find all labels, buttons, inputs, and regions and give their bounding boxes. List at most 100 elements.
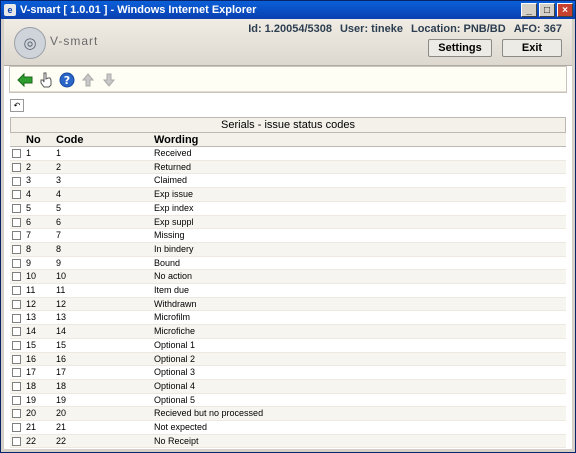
row-checkbox[interactable] [12, 299, 21, 309]
row-checkbox[interactable] [12, 286, 21, 296]
maximize-button[interactable]: □ [539, 3, 555, 17]
row-checkbox[interactable] [12, 340, 21, 350]
row-checkbox[interactable] [12, 258, 21, 268]
settings-button[interactable]: Settings [428, 39, 492, 57]
row-code: 22 [54, 434, 152, 449]
table-row[interactable]: 12 12 Withdrawn [10, 297, 566, 312]
row-wording: Bound [152, 256, 566, 271]
row-wording: Claimed [152, 173, 566, 189]
row-checkbox[interactable] [12, 327, 21, 337]
exit-button[interactable]: Exit [502, 39, 562, 57]
table-row[interactable]: 10 10 No action [10, 269, 566, 285]
row-wording: Exp index [152, 201, 566, 216]
table-row[interactable]: 16 16 Optional 2 [10, 352, 566, 367]
row-checkbox[interactable] [12, 149, 21, 159]
row-checkbox[interactable] [12, 272, 21, 282]
svg-text:?: ? [64, 74, 70, 87]
row-wording: Missing [152, 228, 566, 243]
row-checkbox[interactable] [12, 217, 21, 227]
row-no: 18 [24, 379, 54, 394]
row-code: 18 [54, 379, 152, 394]
row-code: 15 [54, 338, 152, 353]
row-wording: No Receipt [152, 434, 566, 449]
row-no: 7 [24, 228, 54, 243]
row-code: 14 [54, 324, 152, 339]
table-row[interactable]: 8 8 In bindery [10, 242, 566, 257]
row-checkbox[interactable] [12, 203, 21, 213]
row-code: 8 [54, 242, 152, 257]
row-select-cell [10, 338, 24, 353]
close-window-button[interactable]: × [557, 3, 573, 17]
table-row[interactable]: 2 2 Returned [10, 160, 566, 175]
table-row[interactable]: 3 3 Claimed [10, 173, 566, 189]
hand-pointer-icon[interactable] [37, 71, 55, 89]
back-arrow-icon[interactable] [16, 71, 34, 89]
table-row[interactable]: 19 19 Optional 5 [10, 393, 566, 408]
table-row[interactable]: 5 5 Exp index [10, 201, 566, 216]
row-checkbox[interactable] [12, 423, 21, 433]
row-wording: Exp suppl [152, 215, 566, 230]
row-wording: Microfilm [152, 310, 566, 326]
row-checkbox[interactable] [12, 395, 21, 405]
row-no: 12 [24, 297, 54, 312]
table-row[interactable]: 9 9 Bound [10, 256, 566, 271]
row-wording: Optional 5 [152, 393, 566, 408]
row-select-cell [10, 187, 24, 202]
row-code: 4 [54, 187, 152, 202]
table-row[interactable]: 21 21 Not expected [10, 420, 566, 435]
row-code: 13 [54, 310, 152, 326]
arrow-down-icon [100, 71, 118, 89]
row-code: 19 [54, 393, 152, 408]
row-select-cell [10, 434, 24, 449]
user-name: User: tineke [339, 23, 403, 35]
row-checkbox[interactable] [12, 409, 21, 419]
row-select-cell [10, 406, 24, 422]
row-no: 1 [24, 146, 54, 161]
row-no: 3 [24, 173, 54, 189]
table-row[interactable]: 17 17 Optional 3 [10, 365, 566, 380]
table-row[interactable]: 15 15 Optional 1 [10, 338, 566, 353]
row-code: 20 [54, 406, 152, 422]
row-no: 21 [24, 420, 54, 435]
row-no: 20 [24, 406, 54, 422]
table-row[interactable]: 1 1 Received [10, 146, 566, 161]
browser-window: e V-smart [ 1.0.01 ] - Windows Internet … [0, 0, 576, 453]
table-row[interactable]: 4 4 Exp issue [10, 187, 566, 202]
table-row[interactable]: 18 18 Optional 4 [10, 379, 566, 394]
row-checkbox[interactable] [12, 368, 21, 378]
row-no: 19 [24, 393, 54, 408]
select-column-header [10, 133, 24, 147]
help-icon[interactable]: ? [58, 71, 76, 89]
table-row[interactable]: 6 6 Exp suppl [10, 215, 566, 230]
row-select-cell [10, 365, 24, 380]
row-checkbox[interactable] [12, 176, 21, 186]
row-select-cell [10, 324, 24, 339]
row-checkbox[interactable] [12, 162, 21, 172]
row-code: 7 [54, 228, 152, 243]
wording-column-header: Wording [152, 133, 566, 147]
row-wording: No action [152, 269, 566, 285]
row-checkbox[interactable] [12, 245, 21, 255]
row-checkbox[interactable] [12, 313, 21, 323]
minimize-button[interactable]: _ [521, 3, 537, 17]
row-wording: Returned [152, 160, 566, 175]
record-id: Id: 1.20054/5308 [248, 23, 332, 35]
row-no: 13 [24, 310, 54, 326]
row-checkbox[interactable] [12, 436, 21, 446]
row-checkbox[interactable] [12, 354, 21, 364]
row-checkbox[interactable] [12, 190, 21, 200]
row-select-cell [10, 215, 24, 230]
row-code: 21 [54, 420, 152, 435]
table-row[interactable]: 7 7 Missing [10, 228, 566, 243]
row-no: 16 [24, 352, 54, 367]
row-checkbox[interactable] [12, 382, 21, 392]
table-row[interactable]: 11 11 Item due [10, 283, 566, 298]
row-checkbox[interactable] [12, 231, 21, 241]
table-row[interactable]: 14 14 Microfiche [10, 324, 566, 339]
undo-icon[interactable]: ↶ [10, 98, 24, 112]
table-row[interactable]: 22 22 No Receipt [10, 434, 566, 449]
table-row[interactable]: 13 13 Microfilm [10, 310, 566, 326]
session-info: Id: 1.20054/5308 User: tineke Location: … [248, 23, 562, 35]
row-code: 5 [54, 201, 152, 216]
table-row[interactable]: 20 20 Recieved but no processed [10, 406, 566, 422]
